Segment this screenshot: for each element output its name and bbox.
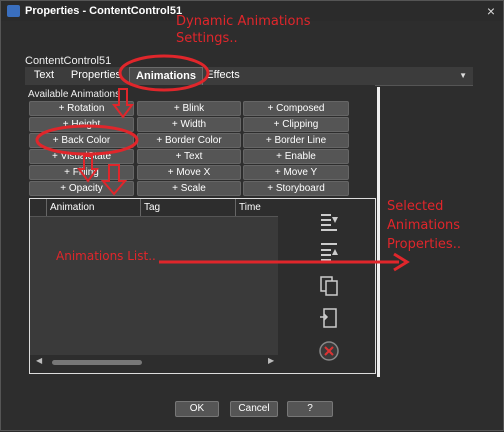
properties-window: Properties - ContentControl51 × ContentC…: [0, 0, 504, 431]
annotation-dynamic: Dynamic Animations Settings..: [176, 13, 316, 47]
animations-tab-circle: [118, 54, 210, 92]
annotation-list: Animations List..: [56, 249, 156, 263]
annotation-selected: Selected Animations Properties..: [387, 197, 497, 254]
arrow-down-1: [112, 88, 134, 119]
back-color-circle: [35, 124, 139, 156]
annotation-selected-line3: Properties..: [387, 237, 461, 252]
annotation-selected-line1: Selected: [387, 199, 444, 214]
arrow-down-3: [100, 164, 128, 196]
annotation-dynamic-line2: Settings..: [176, 31, 238, 46]
annotation-dynamic-line1: Dynamic Animations: [176, 14, 311, 29]
annotation-selected-line2: Animations: [387, 218, 461, 233]
arrow-down-2: [77, 155, 99, 183]
